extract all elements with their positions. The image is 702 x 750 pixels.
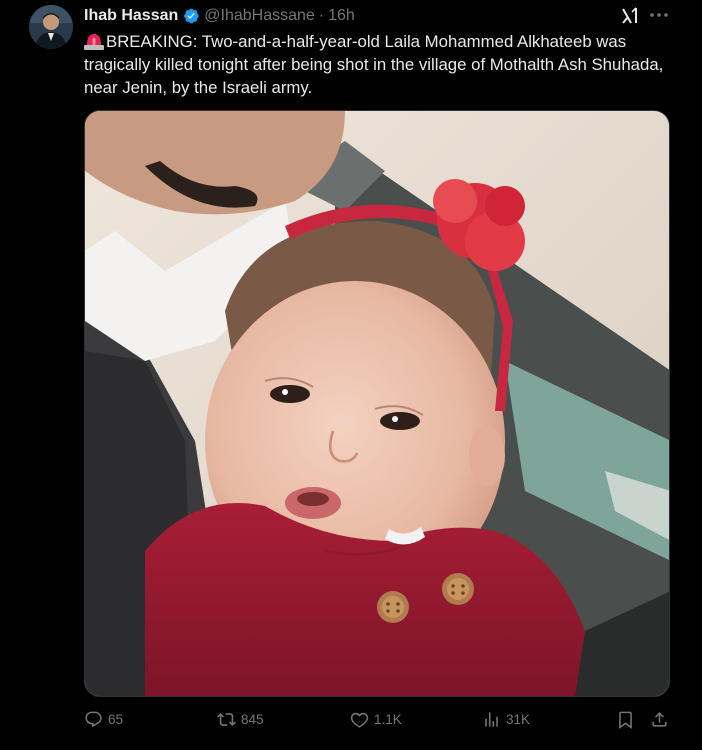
views-count: 31K <box>506 712 531 727</box>
grok-icon[interactable] <box>620 6 640 26</box>
reply-count: 65 <box>108 712 124 727</box>
bookmark-button[interactable] <box>616 710 640 729</box>
author-name[interactable]: Ihab Hassan <box>84 7 178 25</box>
heart-icon <box>350 712 369 728</box>
timestamp[interactable]: 16h <box>328 7 355 25</box>
siren-emoji-icon <box>84 32 104 50</box>
tweet-text: BREAKING: Two-and-a-half-year-old Laila … <box>84 30 674 99</box>
divider <box>0 742 702 750</box>
tweet-actions: 65 845 1.1K 31K <box>0 706 702 736</box>
bookmark-icon <box>619 711 632 729</box>
tweet[interactable]: Ihab Hassan @IhabHassane · 16h BREAKING:… <box>0 0 702 750</box>
like-count: 1.1K <box>374 712 402 727</box>
tweet-header: Ihab Hassan @IhabHassane · 16h <box>84 6 355 26</box>
tweet-media-photo[interactable] <box>84 110 670 697</box>
reply-icon <box>85 711 102 728</box>
share-icon <box>652 712 667 727</box>
views-button[interactable]: 31K <box>482 710 530 729</box>
verified-badge-icon <box>182 7 200 25</box>
retweet-button[interactable]: 845 <box>217 710 264 729</box>
views-icon <box>485 712 498 727</box>
author-handle[interactable]: @IhabHassane <box>204 7 315 25</box>
reply-button[interactable]: 65 <box>84 710 123 729</box>
like-button[interactable]: 1.1K <box>350 710 402 729</box>
more-options-icon[interactable] <box>648 5 670 25</box>
retweet-icon <box>217 713 236 726</box>
share-button[interactable] <box>650 710 674 729</box>
retweet-count: 845 <box>241 712 264 727</box>
avatar[interactable] <box>29 5 73 49</box>
tweet-text-body: BREAKING: Two-and-a-half-year-old Laila … <box>84 32 664 97</box>
separator: · <box>318 7 325 24</box>
